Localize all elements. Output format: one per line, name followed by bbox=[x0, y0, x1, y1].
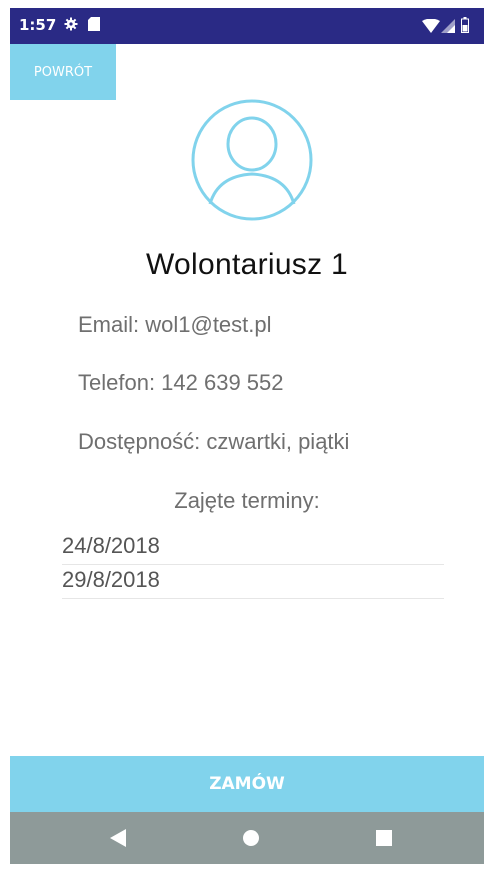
back-button[interactable]: POWRÓT bbox=[10, 44, 116, 100]
recents-square-icon[interactable] bbox=[375, 829, 393, 847]
battery-icon bbox=[461, 17, 469, 33]
back-button-label: POWRÓT bbox=[33, 64, 93, 80]
status-bar: 1:57 bbox=[10, 8, 484, 44]
phone-text: Telefon: 142 639 552 bbox=[78, 370, 284, 395]
busy-dates-title: Zajęte terminy: bbox=[174, 488, 320, 513]
back-triangle-icon[interactable] bbox=[110, 829, 126, 847]
signal-icon bbox=[441, 19, 455, 33]
sd-card-icon bbox=[88, 17, 100, 31]
home-circle-icon[interactable] bbox=[242, 829, 260, 847]
list-item[interactable]: 29/8/2018 bbox=[62, 565, 444, 599]
volunteer-name: Wolontariusz 1 bbox=[145, 248, 349, 281]
order-button[interactable]: ZAMÓW bbox=[10, 756, 484, 812]
busy-dates-list: 24/8/2018 29/8/2018 bbox=[62, 531, 444, 599]
status-time: 1:57 bbox=[19, 16, 57, 34]
wifi-icon bbox=[422, 19, 440, 33]
availability-text: Dostępność: czwartki, piątki bbox=[78, 429, 350, 454]
list-item[interactable]: 24/8/2018 bbox=[62, 531, 444, 565]
gear-icon bbox=[64, 17, 78, 31]
navigation-bar bbox=[10, 812, 484, 864]
user-circle-icon bbox=[191, 99, 313, 221]
device-screen: 1:57 POWRÓT Wolontariusz 1 Email: wol1@t… bbox=[10, 8, 484, 864]
email-text: Email: wol1@test.pl bbox=[78, 312, 272, 337]
order-button-label: ZAMÓW bbox=[209, 774, 285, 794]
